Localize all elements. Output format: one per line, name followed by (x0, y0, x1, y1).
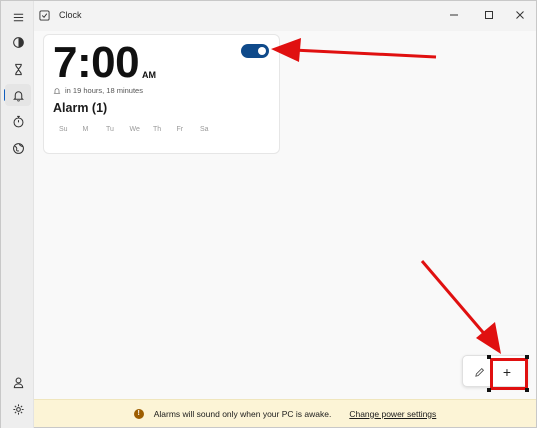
info-message: Alarms will sound only when your PC is a… (153, 408, 332, 419)
app-title: Clock (59, 10, 82, 20)
clock-app-icon (39, 10, 50, 21)
alarm-ampm: AM (142, 70, 156, 80)
maximize-button[interactable] (474, 5, 504, 25)
selection-handle (487, 355, 491, 359)
day-thursday: Th (153, 126, 162, 133)
focus-icon (12, 36, 24, 48)
day-wednesday: We (129, 126, 140, 133)
title-bar: Clock (34, 1, 536, 31)
maximize-icon (485, 11, 493, 19)
nav-item-account[interactable] (5, 371, 31, 393)
hamburger-menu-button[interactable] (5, 6, 31, 28)
edit-alarms-button[interactable] (467, 360, 491, 384)
warning-icon: ! (133, 408, 144, 419)
alarm-toggle[interactable] (241, 44, 269, 58)
day-saturday: Sa (200, 126, 209, 133)
alarm-time: 7:00 (53, 38, 140, 87)
alarm-remaining: in 19 hours, 18 minutes (53, 86, 143, 95)
close-icon (516, 11, 524, 19)
alarms-content: 7:00 AM in 19 hours, 18 minutes Alarm (1… (34, 31, 536, 399)
minimize-icon (450, 14, 458, 16)
selection-handle (525, 355, 529, 359)
day-tuesday: Tu (106, 126, 114, 133)
hamburger-icon (13, 13, 23, 21)
pencil-icon (474, 367, 484, 377)
selection-handle (525, 388, 529, 392)
toggle-knob (258, 47, 266, 55)
minimize-button[interactable] (439, 5, 469, 25)
change-power-settings-link[interactable]: Change power settings (349, 409, 436, 419)
power-info-bar: ! Alarms will sound only when your PC is… (34, 399, 536, 427)
day-friday: Fr (176, 126, 184, 133)
nav-item-focus-sessions[interactable] (5, 31, 31, 53)
nav-item-timer[interactable] (5, 58, 31, 80)
person-icon (13, 377, 23, 388)
selection-handle (487, 388, 491, 392)
bell-icon (53, 87, 61, 94)
day-sunday: Su (59, 126, 68, 133)
nav-item-alarm[interactable] (5, 84, 31, 106)
alarm-days: Su M Tu We Th Fr Sa (59, 126, 224, 133)
alarm-card[interactable]: 7:00 AM in 19 hours, 18 minutes Alarm (1… (43, 34, 280, 154)
remaining-text: in 19 hours, 18 minutes (65, 86, 143, 95)
day-monday: M (82, 126, 89, 133)
globe-icon (12, 142, 24, 154)
bell-icon (12, 90, 24, 102)
hourglass-icon (14, 63, 22, 75)
nav-item-world-clock[interactable] (5, 137, 31, 159)
nav-item-stopwatch[interactable] (5, 110, 31, 132)
nav-item-settings[interactable] (5, 398, 31, 420)
stopwatch-icon (13, 115, 23, 127)
clock-window: Clock 7:00 AM in 19 hours, 18 minutes Al… (0, 0, 537, 428)
alarm-name: Alarm (1) (53, 101, 108, 115)
close-button[interactable] (505, 5, 535, 25)
gear-icon (12, 403, 24, 415)
nav-rail (1, 1, 34, 428)
annotation-highlight-box (490, 358, 528, 390)
